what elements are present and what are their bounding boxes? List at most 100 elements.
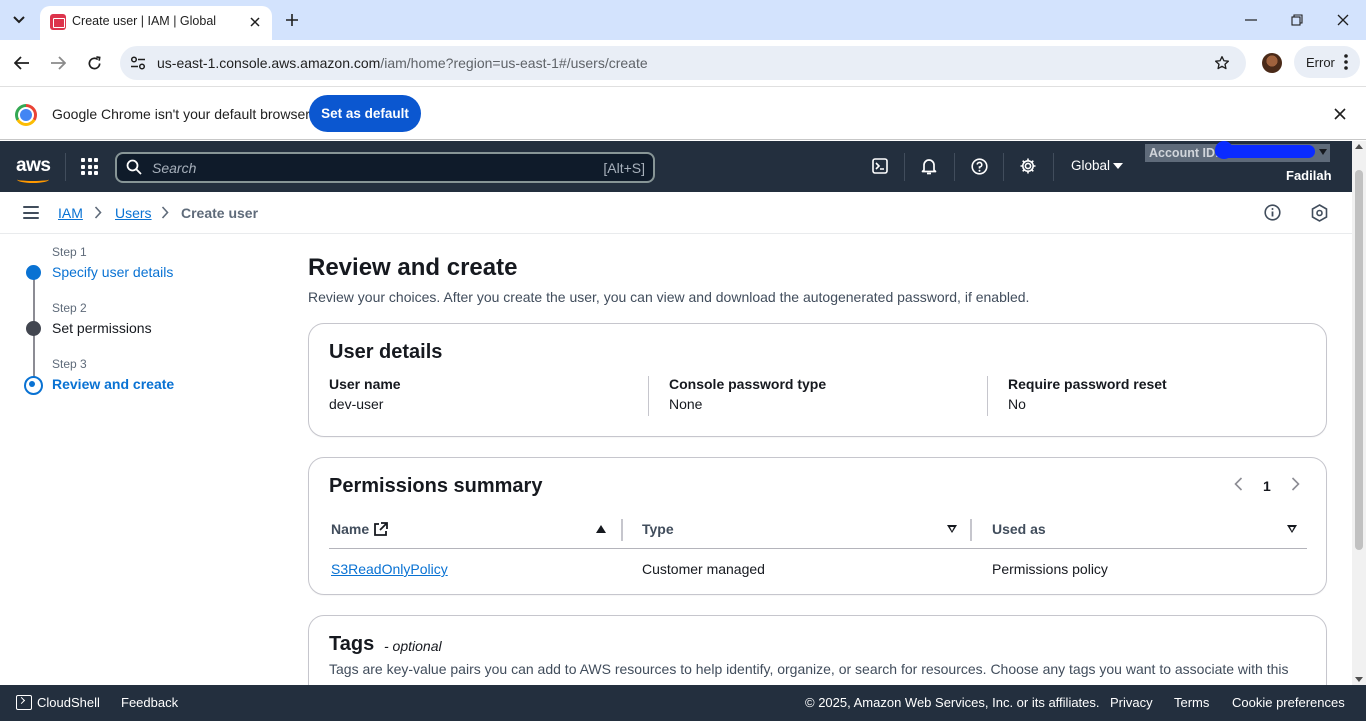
- breadcrumb-users[interactable]: Users: [115, 205, 152, 221]
- column-header-type[interactable]: Type: [642, 521, 674, 537]
- terms-link[interactable]: Terms: [1174, 695, 1209, 710]
- policy-type-cell: Customer managed: [642, 561, 765, 577]
- scroll-down-arrow-icon[interactable]: [1355, 677, 1363, 682]
- url-host: us-east-1.console.aws.amazon.com: [157, 55, 381, 71]
- console-password-type-field: Console password type None: [669, 376, 826, 412]
- search-placeholder: Search: [152, 160, 197, 176]
- browser-error-button[interactable]: Error: [1294, 46, 1360, 78]
- url-path: /iam/home?region=us-east-1#/users/create: [380, 55, 648, 71]
- tags-optional-label: - optional: [384, 638, 442, 654]
- aws-logo[interactable]: aws: [16, 155, 51, 177]
- infobar-message: Google Chrome isn't your default browser: [52, 106, 310, 122]
- iam-favicon-icon: [50, 14, 66, 30]
- bookmark-star-icon[interactable]: [1212, 53, 1232, 73]
- tab-search-chevron-icon[interactable]: [6, 7, 32, 33]
- infobar-close-icon[interactable]: [1330, 104, 1350, 124]
- site-settings-icon[interactable]: [128, 53, 148, 73]
- browser-tab-strip: Create user | IAM | Global: [0, 0, 1366, 40]
- wizard-steps: Step 1 Specify user details Step 2 Set p…: [0, 234, 290, 685]
- username-label[interactable]: Fadilah: [1286, 168, 1332, 183]
- permissions-summary-card: Permissions summary 1 Name Type Used as …: [308, 457, 1327, 595]
- nav-divider: [904, 153, 905, 181]
- nav-divider: [954, 153, 955, 181]
- feedback-link[interactable]: Feedback: [121, 695, 178, 710]
- back-arrow-icon[interactable]: [8, 49, 36, 77]
- nav-divider: [65, 153, 66, 181]
- minimize-icon[interactable]: [1228, 0, 1274, 40]
- user-name-value: dev-user: [329, 396, 384, 412]
- cloudshell-icon[interactable]: [870, 156, 890, 176]
- chrome-menu-icon[interactable]: [1344, 54, 1348, 73]
- chevron-right-icon: [94, 206, 102, 222]
- nav-divider: [1003, 153, 1004, 181]
- help-question-icon[interactable]: [969, 156, 989, 176]
- column-divider: [970, 519, 972, 541]
- window-close-icon[interactable]: [1320, 0, 1366, 40]
- column-header-name[interactable]: Name: [331, 521, 369, 537]
- tags-description: Tags are key-value pairs you can add to …: [329, 661, 1289, 677]
- field-divider: [648, 376, 649, 416]
- breadcrumb-create-user: Create user: [181, 205, 259, 221]
- column-header-used-as[interactable]: Used as: [992, 521, 1046, 537]
- page-description: Review your choices. After you create th…: [308, 289, 1030, 305]
- address-bar[interactable]: us-east-1.console.aws.amazon.com/iam/hom…: [120, 46, 1246, 80]
- step-2-label[interactable]: Set permissions: [52, 320, 152, 336]
- hexagon-settings-icon[interactable]: [1311, 204, 1328, 225]
- copyright-text: © 2025, Amazon Web Services, Inc. or its…: [805, 695, 1100, 710]
- settings-gear-icon[interactable]: [1018, 156, 1038, 176]
- scroll-up-arrow-icon[interactable]: [1355, 144, 1363, 149]
- pager-prev-icon[interactable]: [1234, 477, 1243, 494]
- pager-current-page[interactable]: 1: [1263, 478, 1271, 494]
- aws-footer: CloudShell Feedback © 2025, Amazon Web S…: [0, 685, 1366, 721]
- tab-close-icon[interactable]: [246, 13, 264, 31]
- set-as-default-button[interactable]: Set as default: [309, 95, 421, 132]
- sort-ascending-icon[interactable]: [596, 525, 606, 533]
- forward-arrow-icon[interactable]: [44, 49, 72, 77]
- info-icon[interactable]: [1264, 204, 1281, 224]
- account-menu[interactable]: Account ID:: [1145, 141, 1330, 162]
- require-password-reset-label: Require password reset: [1008, 376, 1167, 392]
- permissions-summary-title: Permissions summary: [329, 475, 543, 497]
- user-details-card: User details User name dev-user Console …: [308, 323, 1327, 437]
- table-header-rule: [329, 548, 1307, 549]
- sort-descending-icon[interactable]: [947, 525, 957, 533]
- search-shortcut: [Alt+S]: [603, 160, 645, 176]
- page-scrollbar[interactable]: [1352, 141, 1366, 685]
- error-label: Error: [1306, 55, 1335, 70]
- user-name-field: User name dev-user: [329, 376, 401, 412]
- chrome-logo-icon: [15, 104, 37, 126]
- new-tab-plus-icon[interactable]: [280, 8, 304, 32]
- column-divider: [621, 519, 623, 541]
- sort-descending-icon[interactable]: [1287, 525, 1297, 533]
- browser-tab[interactable]: Create user | IAM | Global: [40, 6, 272, 40]
- menu-hamburger-icon[interactable]: [23, 206, 39, 219]
- tags-title: Tags: [329, 633, 375, 655]
- cookie-preferences-link[interactable]: Cookie preferences: [1232, 695, 1345, 710]
- field-divider: [987, 376, 988, 416]
- step-2-number: Step 2: [52, 301, 87, 315]
- region-caret-down-icon[interactable]: [1113, 163, 1123, 169]
- reload-icon[interactable]: [80, 49, 108, 77]
- aws-search-input[interactable]: Search [Alt+S]: [115, 152, 655, 183]
- notifications-bell-icon[interactable]: [919, 156, 939, 176]
- services-grid-icon[interactable]: [81, 158, 98, 175]
- step-1-link[interactable]: Specify user details: [52, 264, 173, 280]
- region-selector[interactable]: Global: [1071, 158, 1110, 173]
- default-browser-infobar: Google Chrome isn't your default browser…: [0, 86, 1366, 140]
- require-password-reset-value: No: [1008, 396, 1026, 412]
- scrollbar-thumb[interactable]: [1355, 170, 1363, 550]
- breadcrumb-iam[interactable]: IAM: [58, 205, 83, 221]
- privacy-link[interactable]: Privacy: [1110, 695, 1153, 710]
- cloudshell-icon[interactable]: [16, 695, 32, 710]
- restore-icon[interactable]: [1274, 0, 1320, 40]
- pager-next-icon[interactable]: [1291, 477, 1300, 494]
- profile-avatar[interactable]: [1262, 53, 1282, 73]
- chevron-right-icon: [161, 206, 169, 222]
- policy-name-link[interactable]: S3ReadOnlyPolicy: [331, 561, 448, 577]
- url-text[interactable]: us-east-1.console.aws.amazon.com/iam/hom…: [157, 55, 648, 71]
- search-icon: [126, 159, 142, 178]
- nav-divider: [1053, 153, 1054, 181]
- cloudshell-link[interactable]: CloudShell: [37, 695, 100, 710]
- console-password-type-value: None: [669, 396, 703, 412]
- breadcrumb-bar: IAM Users Create user: [0, 192, 1352, 234]
